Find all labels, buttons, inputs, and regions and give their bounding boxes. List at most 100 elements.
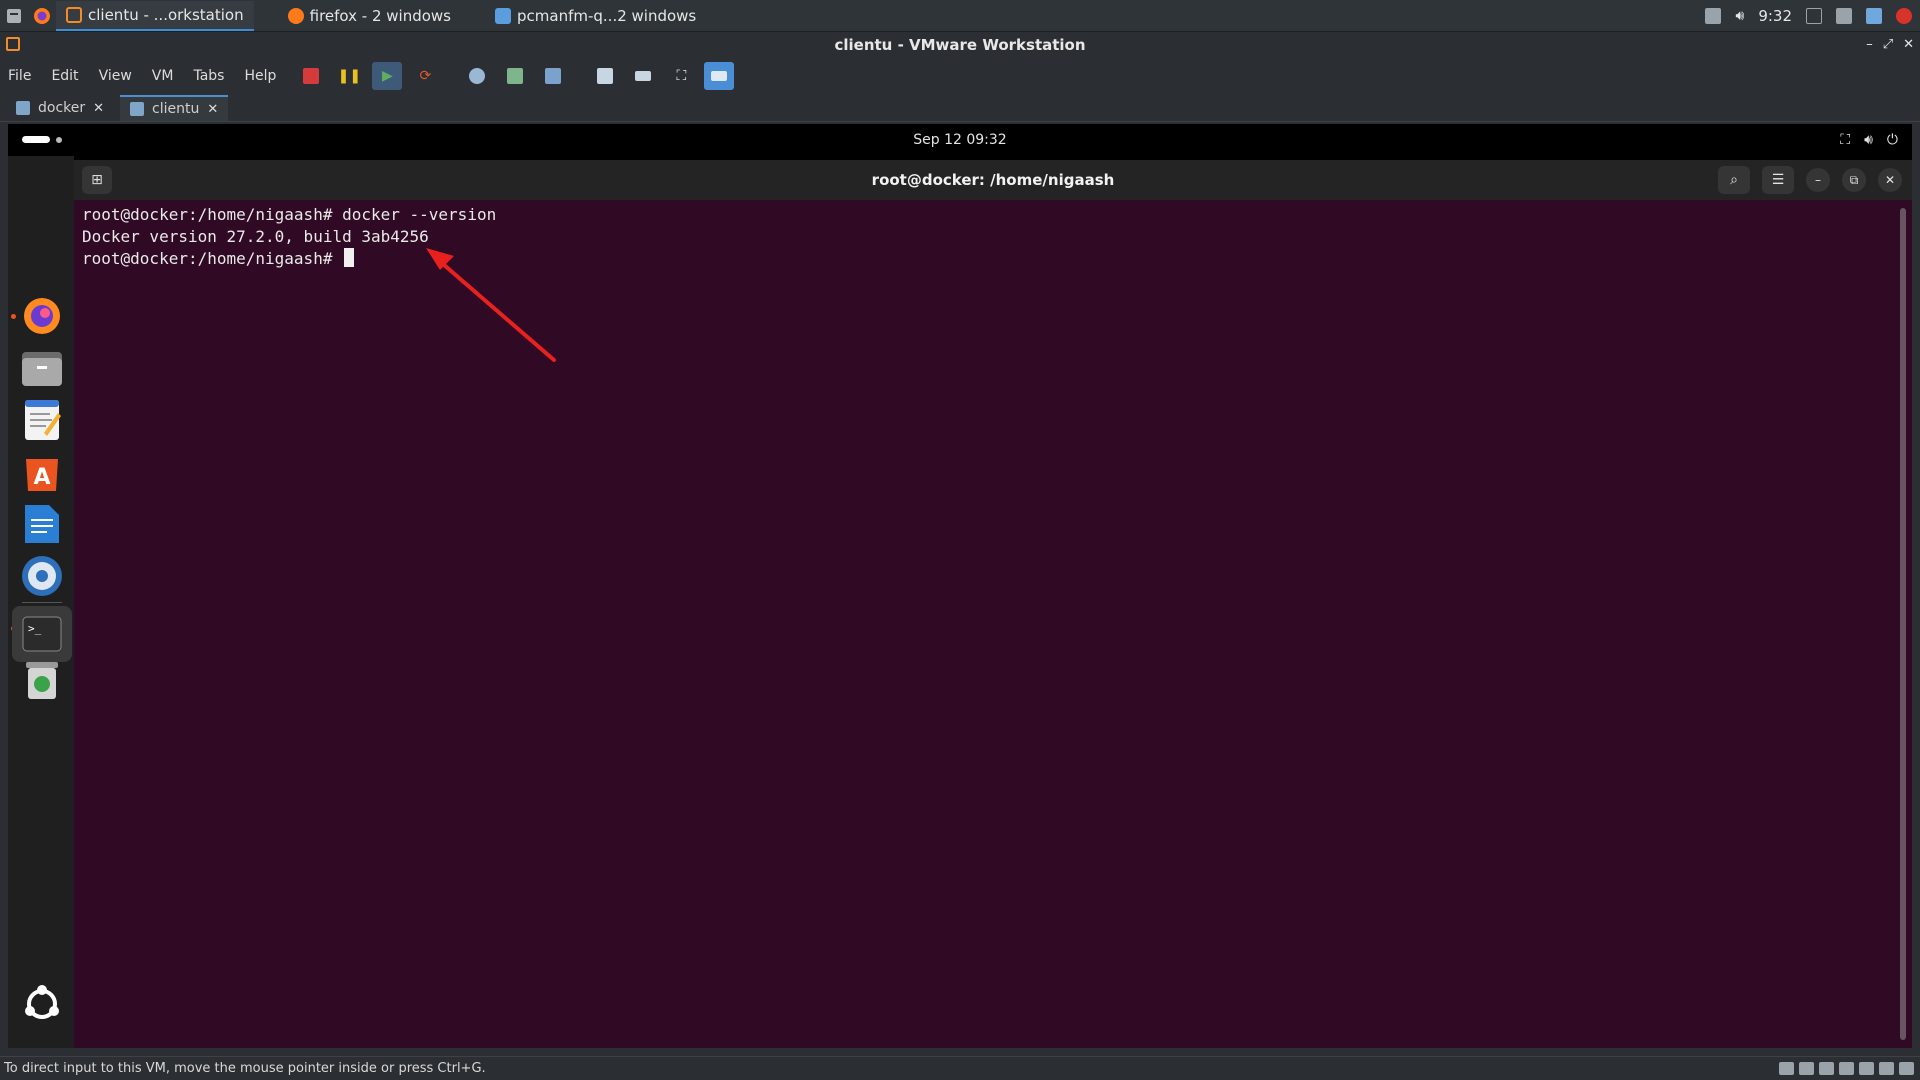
- firefox-launcher-icon[interactable]: [28, 2, 56, 30]
- revert-snapshot-button[interactable]: [500, 62, 530, 90]
- new-tab-button[interactable]: ⊞: [82, 166, 112, 194]
- close-tab-icon[interactable]: ✕: [207, 102, 218, 117]
- window-titlebar: clientu - VMware Workstation – ⤢ ✕: [0, 32, 1920, 58]
- hdd-icon[interactable]: [1779, 1062, 1794, 1075]
- monitor-icon[interactable]: [1836, 7, 1852, 24]
- kde-connect-icon[interactable]: [20, 554, 64, 598]
- clock[interactable]: 9:32: [1758, 7, 1792, 25]
- menu-button[interactable]: ☰: [1762, 166, 1794, 194]
- power-icon: ⏻: [1886, 132, 1898, 148]
- printer-icon[interactable]: [1879, 1062, 1894, 1075]
- folder-icon: [495, 7, 511, 24]
- network-adapter-icon[interactable]: [1819, 1062, 1834, 1075]
- text-editor-icon[interactable]: [20, 398, 64, 442]
- usb-icon[interactable]: [1839, 1062, 1854, 1075]
- status-hint: To direct input to this VM, move the mou…: [4, 1061, 486, 1076]
- terminal-output[interactable]: root@docker:/home/nigaash# docker --vers…: [82, 204, 1892, 1044]
- task-firefox[interactable]: firefox - 2 windows: [278, 1, 461, 31]
- reset-button[interactable]: ⟳: [410, 62, 440, 90]
- task-pcmanfm[interactable]: pcmanfm-q...2 windows: [485, 1, 706, 31]
- vm-icon: [16, 101, 30, 115]
- restore-icon: ⧉: [1849, 172, 1859, 187]
- terminal-icon[interactable]: >_: [12, 606, 72, 662]
- menu-file[interactable]: File: [8, 68, 31, 84]
- refresh-icon: ⟳: [419, 68, 432, 84]
- svg-text:>_: >_: [28, 622, 42, 635]
- guest-display[interactable]: Sep 12 09:32 ⛶ 🔊︎ ⏻ A >_ ⊞ root@docker: …: [8, 124, 1912, 1048]
- running-indicator: [11, 314, 16, 319]
- task-vmware[interactable]: clientu - ...orkstation: [56, 0, 254, 31]
- minimize-icon[interactable]: –: [1866, 32, 1873, 58]
- display-icon[interactable]: [1899, 1062, 1914, 1075]
- thumbnail-icon: [635, 71, 652, 81]
- close-icon[interactable]: ✕: [1903, 32, 1914, 58]
- workspace-indicator: [22, 136, 50, 143]
- network-icon[interactable]: [1866, 7, 1882, 24]
- power-on-button[interactable]: ▶: [372, 62, 403, 90]
- power-off-button[interactable]: [296, 62, 326, 90]
- close-tab-icon[interactable]: ✕: [93, 101, 104, 116]
- menu-view[interactable]: View: [99, 68, 132, 84]
- tab-label: docker: [38, 100, 86, 116]
- library-icon: [597, 68, 614, 84]
- svg-text:A: A: [33, 465, 50, 490]
- cdrom-icon[interactable]: [1799, 1062, 1814, 1075]
- terminal-headerbar: ⊞ root@docker: /home/nigaash ⌕ ☰ – ⧉ ✕: [74, 160, 1912, 200]
- activities-button[interactable]: [22, 136, 62, 143]
- close-button[interactable]: ✕: [1878, 168, 1902, 192]
- terminal-title: root@docker: /home/nigaash: [871, 171, 1115, 189]
- tab-clientu[interactable]: clientu ✕: [120, 95, 229, 121]
- maximize-icon[interactable]: ⤢: [1883, 32, 1893, 58]
- close-icon: ✕: [1884, 173, 1896, 187]
- terminal-window[interactable]: ⊞ root@docker: /home/nigaash ⌕ ☰ – ⧉ ✕ r…: [74, 160, 1912, 1048]
- search-button[interactable]: ⌕: [1718, 166, 1750, 194]
- window-title: clientu - VMware Workstation: [834, 36, 1086, 54]
- power-icon[interactable]: [1896, 7, 1912, 24]
- volume-icon: 🔊︎: [1864, 132, 1873, 148]
- terminal-scrollbar[interactable]: [1900, 208, 1906, 1040]
- sound-icon[interactable]: [1859, 1062, 1874, 1075]
- files-icon[interactable]: [20, 346, 64, 390]
- workspace-dot: [56, 136, 62, 143]
- app-center-icon[interactable]: A: [20, 450, 64, 494]
- terminal-line: Docker version 27.2.0, build 3ab4256: [82, 227, 429, 246]
- system-tray: 🔊︎ 9:32: [1705, 7, 1920, 25]
- hamburger-icon: ☰: [1771, 172, 1785, 188]
- terminal-line: root@docker:/home/nigaash#: [82, 249, 343, 268]
- datetime[interactable]: Sep 12 09:32: [913, 132, 1006, 148]
- vmware-window-icon: [6, 37, 20, 51]
- trash-icon[interactable]: [20, 658, 64, 702]
- display-icon[interactable]: [1806, 7, 1822, 24]
- tab-docker[interactable]: docker ✕: [6, 95, 114, 121]
- snapshot-manager-button[interactable]: [538, 62, 568, 90]
- restore-button[interactable]: ⧉: [1842, 168, 1866, 192]
- new-tab-icon: ⊞: [91, 172, 103, 188]
- unity-icon: [711, 71, 728, 81]
- minimize-icon: –: [1815, 173, 1821, 187]
- device-icons: [1779, 1062, 1920, 1075]
- show-apps-icon[interactable]: [20, 982, 64, 1026]
- pause-icon: ❚❚: [337, 68, 362, 84]
- status-icons[interactable]: ⛶ 🔊︎ ⏻: [1840, 132, 1898, 148]
- volume-icon[interactable]: 🔊︎: [1735, 8, 1744, 24]
- minimize-button[interactable]: –: [1806, 168, 1830, 192]
- menu-edit[interactable]: Edit: [51, 68, 78, 84]
- snapshot-icon: [469, 68, 486, 84]
- tab-label: clientu: [152, 101, 200, 117]
- task-label: firefox - 2 windows: [309, 6, 451, 25]
- firefox-icon[interactable]: [20, 294, 64, 338]
- vm-icon: [130, 102, 145, 116]
- writer-icon[interactable]: [20, 502, 64, 546]
- task-label: pcmanfm-q...2 windows: [517, 6, 697, 25]
- menu-vm[interactable]: VM: [152, 68, 174, 84]
- show-library-button[interactable]: [590, 62, 620, 90]
- menu-help[interactable]: Help: [244, 68, 276, 84]
- snapshot-button[interactable]: [462, 62, 492, 90]
- thumbnail-bar-button[interactable]: [628, 62, 658, 90]
- suspend-button[interactable]: ❚❚: [334, 62, 364, 90]
- menu-tabs[interactable]: Tabs: [193, 68, 224, 84]
- app-menu-icon[interactable]: [0, 2, 28, 30]
- clipboard-icon[interactable]: [1705, 7, 1722, 24]
- fullscreen-button[interactable]: ⛶: [666, 62, 696, 90]
- unity-button[interactable]: [704, 62, 735, 90]
